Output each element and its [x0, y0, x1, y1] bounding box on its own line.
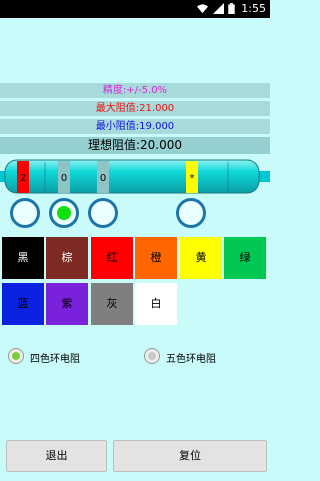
- color-green[interactable]: 绿: [224, 237, 266, 279]
- max-value-label: 最大阻值:21.000: [0, 101, 270, 116]
- band-selector-4[interactable]: [176, 198, 206, 228]
- band-selector-3[interactable]: [88, 198, 118, 228]
- four-band-label: 四色环电阻: [30, 354, 80, 365]
- wifi-icon: [197, 4, 208, 14]
- band-selector-2[interactable]: [49, 198, 79, 228]
- tolerance-label: 精度:+/-5.0%: [0, 83, 270, 98]
- battery-icon: [228, 3, 235, 14]
- resistor-band-label-2: 0: [61, 173, 67, 184]
- reset-button[interactable]: 复位: [113, 440, 267, 472]
- resistor-band-label-1: 2: [20, 173, 26, 184]
- four-band-radio[interactable]: [8, 348, 24, 364]
- signal-icon: [213, 3, 224, 14]
- color-orange[interactable]: 橙: [135, 237, 177, 279]
- color-white[interactable]: 白: [135, 283, 177, 325]
- status-bar: 1:55: [0, 0, 270, 18]
- color-purple[interactable]: 紫: [46, 283, 88, 325]
- five-band-label: 五色环电阻: [166, 354, 216, 365]
- color-yellow[interactable]: 黄: [180, 237, 222, 279]
- exit-button[interactable]: 退出: [6, 440, 107, 472]
- band-selector-1[interactable]: [10, 198, 40, 228]
- min-value-label: 最小阻值:19.000: [0, 119, 270, 134]
- color-red[interactable]: 红: [91, 237, 133, 279]
- color-brown[interactable]: 棕: [46, 237, 88, 279]
- ideal-value-label: 理想阻值:20.000: [0, 137, 270, 154]
- resistor-graphic: 2 0 0 *: [0, 159, 270, 194]
- status-time: 1:55: [241, 2, 266, 15]
- color-gray[interactable]: 灰: [91, 283, 133, 325]
- resistor-band-label-3: 0: [100, 173, 106, 184]
- color-blue[interactable]: 蓝: [2, 283, 44, 325]
- five-band-radio[interactable]: [144, 348, 160, 364]
- resistor-band-label-4: *: [190, 173, 195, 184]
- color-black[interactable]: 黑: [2, 237, 44, 279]
